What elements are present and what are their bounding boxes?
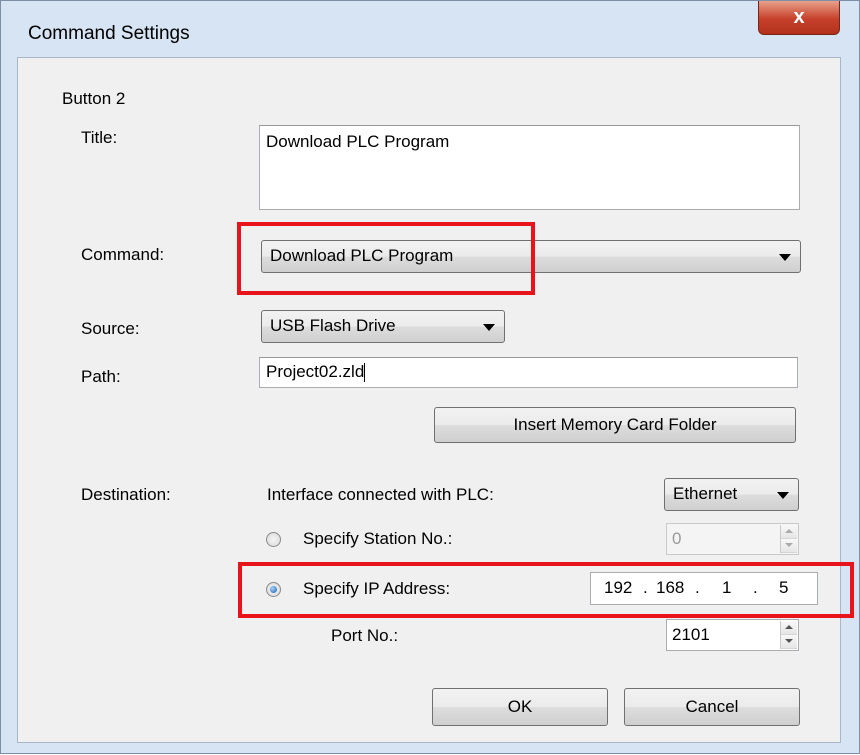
dialog-window: Command Settings x Button 2 Title: Downl… xyxy=(0,0,860,754)
insert-memory-card-folder-button[interactable]: Insert Memory Card Folder xyxy=(434,407,796,443)
title-label: Title: xyxy=(81,128,118,147)
station-spinner-value: 0 xyxy=(672,529,682,548)
interface-label: Interface connected with PLC: xyxy=(267,485,494,504)
command-label: Command: xyxy=(81,245,165,264)
window-title: Command Settings xyxy=(28,23,190,44)
ok-button[interactable]: OK xyxy=(432,688,608,726)
highlight-box-ip xyxy=(238,562,854,618)
interface-dropdown-value: Ethernet xyxy=(673,484,738,503)
station-spinner: 0 xyxy=(666,523,799,555)
source-dropdown-value: USB Flash Drive xyxy=(270,316,396,335)
cancel-button[interactable]: Cancel xyxy=(624,688,800,726)
text-caret xyxy=(364,363,366,383)
port-label: Port No.: xyxy=(331,626,399,645)
title-textarea[interactable]: Download PLC Program xyxy=(259,125,800,210)
spin-arrows-icon[interactable] xyxy=(780,621,797,649)
interface-dropdown[interactable]: Ethernet xyxy=(664,478,799,511)
dialog-client-area: Button 2 Title: Download PLC Program Com… xyxy=(17,57,854,743)
close-icon: x xyxy=(793,6,805,28)
group-label: Button 2 xyxy=(62,89,126,108)
source-label: Source: xyxy=(81,319,140,338)
chevron-down-icon xyxy=(777,492,789,499)
close-button[interactable]: x xyxy=(758,1,840,35)
spin-arrows-icon xyxy=(780,525,797,553)
highlight-box-command xyxy=(237,222,535,295)
port-spinner[interactable]: 2101 xyxy=(666,619,799,651)
port-spinner-value: 2101 xyxy=(672,625,710,644)
source-dropdown[interactable]: USB Flash Drive xyxy=(261,310,505,343)
chevron-down-icon xyxy=(483,324,495,331)
destination-label: Destination: xyxy=(81,485,171,504)
station-radio-label: Specify Station No.: xyxy=(303,529,453,548)
chevron-down-icon xyxy=(779,254,791,261)
path-label: Path: xyxy=(81,367,121,386)
path-input-value: Project02.zld xyxy=(266,362,365,381)
station-radio[interactable] xyxy=(266,532,281,547)
path-input[interactable]: Project02.zld xyxy=(259,357,798,388)
